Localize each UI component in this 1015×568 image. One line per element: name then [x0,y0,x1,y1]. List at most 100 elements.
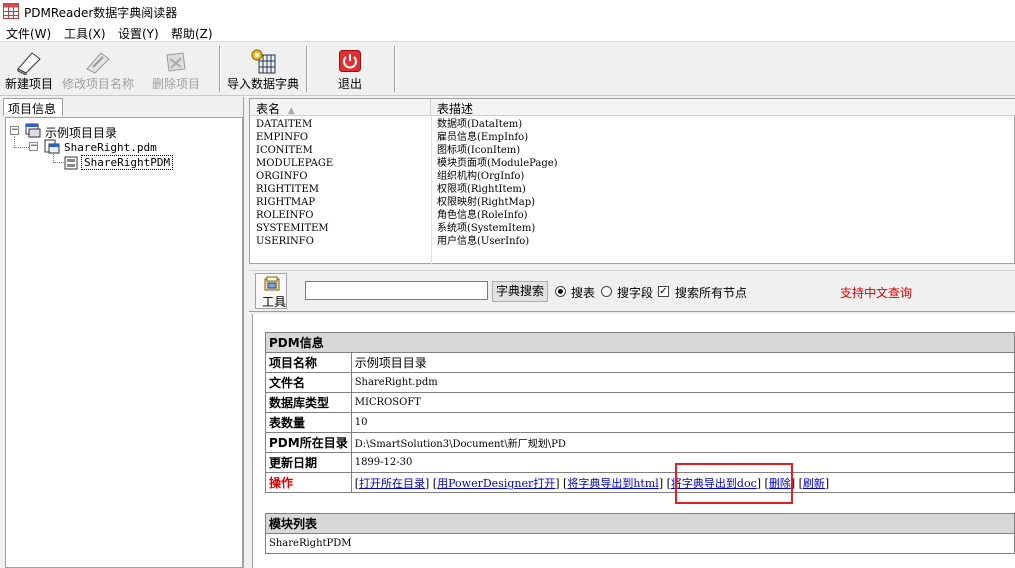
checkbox-search-all-nodes[interactable]: ✓ [658,286,669,297]
radio-search-field-label: 搜字段 [617,286,654,300]
column-header-table-name[interactable]: 表名 ▲ [250,99,431,116]
pdm-info-table: PDM信息 项目名称 示例项目目录 文件名 ShareRight.pdm 数据库… [265,332,1015,493]
rename-project-icon [86,52,110,74]
info-value: 示例项目目录 [350,352,1015,373]
menu-tools[interactable]: 工具(X) [64,25,106,42]
window-title: PDMReader数据字典阅读器 [24,6,178,20]
info-row: 文件名 ShareRight.pdm [265,372,1015,393]
table-row-desc[interactable]: 系统项(SystemItem) [437,222,535,235]
import-dictionary-label: 导入数据字典 [226,77,299,91]
table-row-name[interactable]: ICONITEM [256,144,313,157]
pdm-file-icon [44,139,60,154]
power-icon [339,50,361,72]
dictionary-search-button[interactable]: 字典搜索 [492,281,548,302]
tree-module-label[interactable]: ShareRightPDM [81,155,174,170]
info-value: D:\SmartSolution3\Document\新厂规划\PD [350,432,1015,453]
info-row: PDM所在目录 D:\SmartSolution3\Document\新厂规划\… [265,432,1015,453]
radio-search-table-label: 搜表 [571,286,596,300]
table-row-name[interactable]: MODULEPAGE [256,157,333,170]
info-value: 10 [350,412,1015,433]
open-directory-link[interactable]: 打开所在目录 [359,477,425,490]
toolbar-separator [219,46,221,92]
delete-project-button[interactable]: 删除项目 [146,45,206,95]
info-row: 更新日期 1899-12-30 [265,452,1015,473]
table-row-name[interactable]: EMPINFO [256,131,308,144]
module-list-table: 模块列表 ShareRightPDM [265,513,1015,554]
info-label: 数据库类型 [265,392,352,413]
tools-icon [264,276,280,291]
module-icon [64,156,78,170]
column-divider [431,116,432,264]
menu-help[interactable]: 帮助(Z) [171,25,213,42]
export-doc-highlight [675,463,793,504]
info-label: 项目名称 [265,352,352,373]
info-row: 表数量 10 [265,412,1015,433]
exit-label: 退出 [337,77,362,91]
project-tree [5,117,243,568]
table-row-desc[interactable]: 模块页面项(ModulePage) [437,157,558,170]
delete-project-label: 删除项目 [151,77,200,91]
menu-file[interactable]: 文件(W) [6,25,51,42]
menu-settings[interactable]: 设置(Y) [118,25,159,42]
open-powerdesigner-link[interactable]: 用PowerDesigner打开 [437,477,555,490]
table-list: 表名 ▲ 表描述 DATAITEM 数据项(DataItem) EMPINFO 雇员信… [249,98,1015,264]
toolbar-separator [394,46,396,92]
column-header-table-name-label: 表名 [256,102,281,116]
info-value: MICROSOFT [350,392,1015,413]
info-row: 项目名称 示例项目目录 [265,352,1015,373]
refresh-link[interactable]: 刷新 [803,477,825,490]
table-row-desc[interactable]: 数据项(DataItem) [437,118,522,131]
table-row-name[interactable]: USERINFO [256,235,314,248]
project-folder-icon [25,123,41,138]
table-row-desc[interactable]: 用户信息(UserInfo) [437,235,529,248]
column-header-table-desc[interactable]: 表描述 [431,99,1015,116]
delete-project-icon [166,52,186,72]
table-row-name[interactable]: SYSTEMITEM [256,222,329,235]
toolbar-separator [306,46,308,92]
table-row-desc[interactable]: 角色信息(RoleInfo) [437,209,528,222]
info-label: 表数量 [265,412,352,433]
tools-button[interactable]: 工具 [255,273,287,309]
tools-label: 工具 [262,295,287,309]
rename-project-label: 修改项目名称 [61,77,134,91]
new-project-button[interactable]: 新建项目 [2,45,56,95]
sort-ascending-icon: ▲ [287,106,295,116]
tree-collapse-icon[interactable]: − [29,142,38,151]
info-value: ShareRight.pdm [350,372,1015,393]
info-label: 文件名 [265,372,352,393]
table-row-desc[interactable]: 权限映射(RightMap) [437,196,535,209]
tree-collapse-icon[interactable]: − [10,126,19,135]
radio-search-table[interactable] [555,286,566,297]
chinese-query-hint: 支持中文查询 [840,286,913,300]
new-project-icon [17,52,41,75]
exit-button[interactable]: 退出 [325,45,375,95]
search-input[interactable] [305,281,488,300]
operations-row: 操作 [打开所在目录] [用PowerDesigner打开] [将字典导出到ht… [265,472,1015,493]
info-label: PDM所在目录 [265,432,352,453]
checkbox-search-all-nodes-label: 搜索所有节点 [675,286,748,300]
tree-file-label[interactable]: ShareRight.pdm [64,141,157,154]
tab-project-info[interactable]: 项目信息 [3,98,63,116]
info-label: 更新日期 [265,452,352,473]
radio-search-field[interactable] [601,286,612,297]
table-row-desc[interactable]: 权限项(RightItem) [437,183,526,196]
import-dictionary-button[interactable]: 导入数据字典 [225,45,301,95]
module-list-item[interactable]: ShareRightPDM [265,533,1015,554]
table-row-desc[interactable]: 组织机构(OrgInfo) [437,170,524,183]
tree-connector [15,147,29,148]
import-dictionary-icon [251,49,276,74]
rename-project-button[interactable]: 修改项目名称 [58,45,138,95]
table-row-name[interactable]: RIGHTMAP [256,196,315,209]
table-row-desc[interactable]: 雇员信息(EmpInfo) [437,131,528,144]
table-row-name[interactable]: ORGINFO [256,170,308,183]
pdm-info-header: PDM信息 [265,332,1015,353]
operations-label: 操作 [265,472,352,493]
table-row-name[interactable]: DATAITEM [256,118,312,131]
table-row-name[interactable]: RIGHTITEM [256,183,319,196]
tree-connector [54,162,64,163]
table-row-desc[interactable]: 图标项(IconItem) [437,144,520,157]
module-list-header: 模块列表 [265,513,1015,534]
new-project-label: 新建项目 [4,77,53,91]
export-html-link[interactable]: 将字典导出到html [567,477,658,490]
table-row-name[interactable]: ROLEINFO [256,209,314,222]
